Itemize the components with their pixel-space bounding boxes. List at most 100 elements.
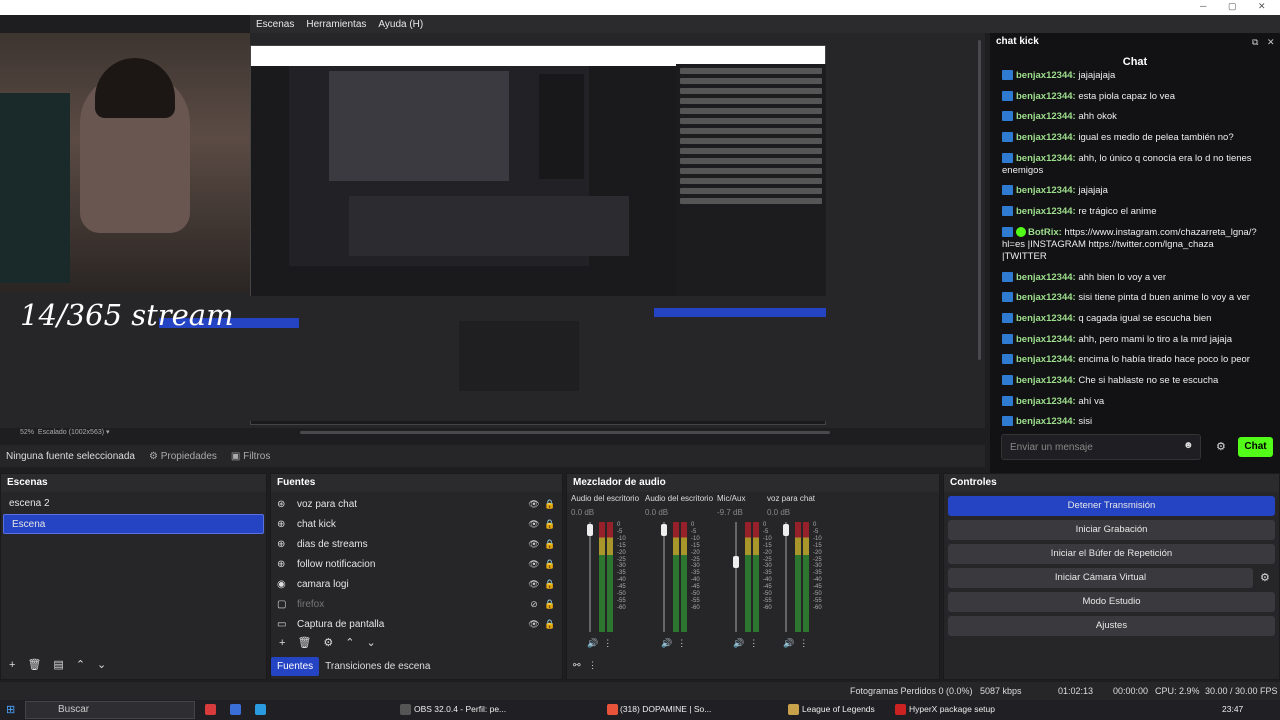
chat-username[interactable]: benjax12344:	[1016, 111, 1076, 122]
volume-fader[interactable]	[785, 522, 787, 632]
eye-icon[interactable]: 👁	[526, 559, 542, 570]
chat-username[interactable]: benjax12344:	[1016, 375, 1076, 386]
source-item[interactable]: ◉ camara logi 👁 🔒	[271, 574, 562, 594]
chat-username[interactable]: benjax12344:	[1016, 313, 1076, 324]
menu-dots-icon[interactable]: ⋮	[588, 660, 597, 670]
preview-canvas[interactable]: 14/365 stream	[0, 33, 985, 428]
chat-username[interactable]: benjax12344:	[1016, 185, 1076, 196]
eye-icon[interactable]: 👁	[526, 619, 542, 630]
chat-username[interactable]: benjax12344:	[1016, 206, 1076, 217]
close-dock-icon[interactable]: ✕	[1267, 37, 1275, 48]
lock-icon[interactable]: 🔒	[542, 499, 558, 510]
chat-username[interactable]: benjax12344:	[1016, 334, 1076, 345]
chat-username[interactable]: benjax12344:	[1016, 354, 1076, 365]
chat-username[interactable]: benjax12344:	[1016, 416, 1076, 427]
browser-icon[interactable]	[607, 704, 618, 715]
source-item[interactable]: ⊕ dias de streams 👁 🔒	[271, 534, 562, 554]
lock-icon[interactable]: 🔒	[542, 519, 558, 530]
speaker-icon[interactable]: 🔊	[783, 638, 794, 648]
chat-username[interactable]: benjax12344:	[1016, 153, 1076, 164]
emoji-icon[interactable]: ☻	[1183, 440, 1194, 451]
trash-icon[interactable]: 🗑	[27, 658, 41, 671]
source-item[interactable]: ⊛ voz para chat 👁 🔒	[271, 494, 562, 514]
eye-icon[interactable]: 👁	[526, 499, 542, 510]
trash-icon[interactable]: 🗑	[297, 636, 311, 649]
app-icon[interactable]	[205, 704, 216, 715]
taskbar-youtube[interactable]: (318) DOPAMINE | So...	[620, 704, 711, 714]
up-icon[interactable]: ⌃	[76, 658, 85, 671]
float-icon[interactable]: ⧉	[1252, 37, 1258, 48]
eye-off-icon[interactable]: ⊘	[526, 599, 542, 610]
lock-icon[interactable]: 🔒	[542, 579, 558, 590]
volume-fader[interactable]	[589, 522, 591, 632]
app-icon[interactable]	[255, 704, 266, 715]
menu-help[interactable]: Ayuda (H)	[378, 19, 423, 30]
fader-knob[interactable]	[733, 556, 739, 568]
control-button[interactable]: Iniciar Grabación	[948, 520, 1275, 540]
taskbar-search[interactable]: Buscar	[25, 701, 195, 719]
hyperx-icon[interactable]	[895, 704, 906, 715]
eye-icon[interactable]: 👁	[526, 519, 542, 530]
obs-icon[interactable]	[400, 704, 411, 715]
eye-icon[interactable]: 👁	[526, 579, 542, 590]
zoom-level[interactable]: 52%	[20, 429, 34, 436]
menu-dots-icon[interactable]: ⋮	[749, 638, 758, 648]
close-icon[interactable]: ✕	[1258, 1, 1266, 12]
fader-knob[interactable]	[661, 524, 667, 536]
down-icon[interactable]: ⌄	[97, 658, 106, 671]
link-icon[interactable]: ⚯	[573, 660, 581, 670]
menu-scenes[interactable]: Escenas	[256, 19, 294, 30]
preview-hscrollbar[interactable]	[300, 431, 830, 434]
properties-button[interactable]: ⚙ Propiedades	[149, 451, 217, 462]
menu-dots-icon[interactable]: ⋮	[677, 638, 686, 648]
add-icon[interactable]: +	[9, 659, 15, 671]
add-icon[interactable]: +	[279, 637, 285, 649]
source-item[interactable]: ⊕ follow notificacion 👁 🔒	[271, 554, 562, 574]
filters-button[interactable]: ▣ Filtros	[231, 451, 270, 462]
lock-icon[interactable]: 🔒	[542, 539, 558, 550]
control-button[interactable]: Iniciar el Búfer de Repetición	[948, 544, 1275, 564]
down-icon[interactable]: ⌄	[367, 636, 376, 649]
fader-knob[interactable]	[783, 524, 789, 536]
chat-username[interactable]: benjax12344:	[1016, 272, 1076, 283]
taskbar-obs[interactable]: OBS 32.0.4 - Perfil: pe...	[414, 704, 506, 714]
tab-sources[interactable]: Fuentes	[271, 657, 320, 676]
source-item[interactable]: ⊕ chat kick 👁 🔒	[271, 514, 562, 534]
lol-icon[interactable]	[788, 704, 799, 715]
eye-icon[interactable]: 👁	[526, 539, 542, 550]
control-button[interactable]: Modo Estudio	[948, 592, 1275, 612]
virtual-camera-settings-icon[interactable]: ⚙	[1260, 571, 1270, 584]
gear-icon[interactable]: ⚙	[323, 636, 333, 649]
chat-username[interactable]: benjax12344:	[1016, 396, 1076, 407]
windows-icon[interactable]: ⊞	[6, 703, 15, 716]
speaker-icon[interactable]: 🔊	[661, 638, 672, 648]
menu-dots-icon[interactable]: ⋮	[603, 638, 612, 648]
taskbar-hyperx[interactable]: HyperX package setup	[909, 704, 995, 714]
control-button[interactable]: Detener Transmisión	[948, 496, 1275, 516]
chat-username[interactable]: benjax12344:	[1016, 70, 1076, 81]
chat-username[interactable]: benjax12344:	[1016, 292, 1076, 303]
scene-item[interactable]: escena 2	[1, 494, 266, 514]
chat-username[interactable]: benjax12344:	[1016, 91, 1076, 102]
filter-icon[interactable]: ▤	[53, 658, 63, 671]
control-button[interactable]: Iniciar Cámara Virtual	[948, 568, 1253, 588]
up-icon[interactable]: ⌃	[345, 636, 354, 649]
taskbar-lol[interactable]: League of Legends	[802, 704, 875, 714]
source-item[interactable]: ▢ firefox ⊘ 🔒	[271, 594, 562, 614]
volume-fader[interactable]	[735, 522, 737, 632]
preview-vscrollbar[interactable]	[978, 40, 981, 360]
chat-settings-icon[interactable]: ⚙	[1216, 440, 1226, 453]
fader-knob[interactable]	[587, 524, 593, 536]
source-item[interactable]: ▭ Captura de pantalla 👁 🔒	[271, 614, 562, 634]
volume-fader[interactable]	[663, 522, 665, 632]
menu-dots-icon[interactable]: ⋮	[799, 638, 808, 648]
maximize-icon[interactable]: ▢	[1228, 1, 1237, 12]
chat-username[interactable]: benjax12344:	[1016, 132, 1076, 143]
lock-icon[interactable]: 🔒	[542, 559, 558, 570]
control-button[interactable]: Ajustes	[948, 616, 1275, 636]
speaker-icon[interactable]: 🔊	[587, 638, 598, 648]
chat-username[interactable]: BotRix:	[1028, 227, 1062, 238]
speaker-icon[interactable]: 🔊	[733, 638, 744, 648]
menu-tools[interactable]: Herramientas	[306, 19, 366, 30]
lock-icon[interactable]: 🔒	[542, 599, 558, 610]
